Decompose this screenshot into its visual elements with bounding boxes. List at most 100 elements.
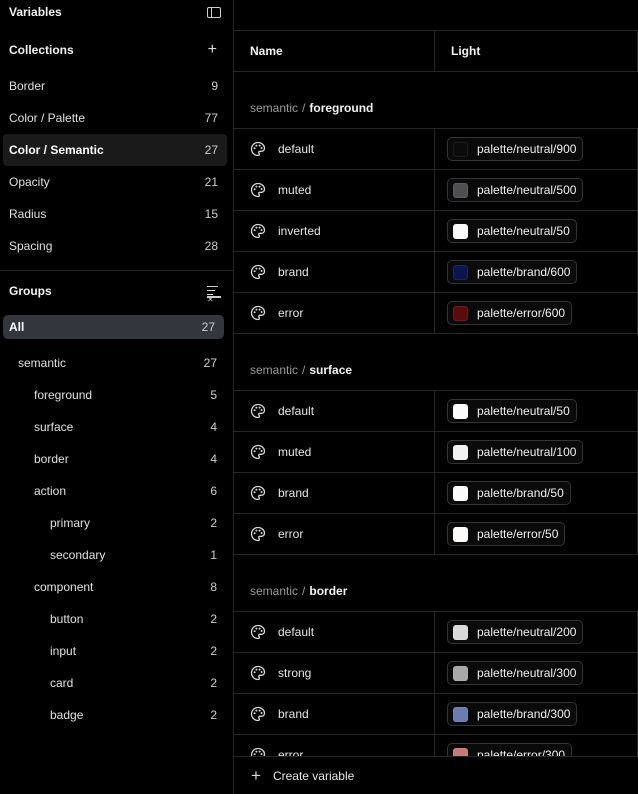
alias-chip[interactable]: palette/error/600 [447,301,573,325]
group-path-prefix: semantic [250,363,299,377]
alias-chip[interactable]: palette/brand/50 [447,481,571,505]
variable-row[interactable]: muted palette/neutral/100 [234,432,638,473]
group-item[interactable]: card 2 [3,667,224,699]
variable-value-cell[interactable]: palette/error/600 [435,293,638,333]
variable-value-cell[interactable]: palette/neutral/500 [435,170,638,210]
alias-chip[interactable]: palette/neutral/500 [447,178,584,202]
group-item[interactable]: primary 2 [3,507,224,539]
group-item[interactable]: border 4 [3,443,224,475]
variable-name-cell[interactable]: default [234,612,435,652]
variable-value-cell[interactable]: palette/neutral/50 [435,391,638,431]
collection-item[interactable]: Radius 15 [3,198,227,230]
alias-chip[interactable]: palette/brand/600 [447,260,578,284]
variable-value-cell[interactable]: palette/brand/300 [435,694,638,734]
variable-row[interactable]: muted palette/neutral/500 [234,170,638,211]
group-count: 5 [210,388,217,402]
variable-value-cell[interactable]: palette/error/300 [435,735,638,756]
variable-row[interactable]: brand palette/brand/50 [234,473,638,514]
variable-name-cell[interactable]: brand [234,694,435,734]
alias-chip[interactable]: palette/neutral/200 [447,620,584,644]
group-label: badge [50,708,84,722]
group-item[interactable]: All 27 [3,315,224,339]
variable-value-cell[interactable]: palette/error/50 [435,514,638,554]
group-section-title: semantic / surface [234,334,638,391]
variable-name-cell[interactable]: brand [234,252,435,292]
collection-item[interactable]: Border 9 [3,70,227,102]
list-filter-icon[interactable]: ✕ [207,285,221,304]
sidebar-header: Variables [0,0,233,24]
group-item[interactable]: secondary 1 [3,539,224,571]
variable-value-cell[interactable]: palette/neutral/200 [435,612,638,652]
variable-name-cell[interactable]: muted [234,170,435,210]
group-label: secondary [50,548,106,562]
variable-name-cell[interactable]: error [234,514,435,554]
column-header-name[interactable]: Name [234,31,435,71]
variable-value-cell[interactable]: palette/neutral/900 [435,129,638,169]
variable-value-cell[interactable]: palette/neutral/100 [435,432,638,472]
variable-name-cell[interactable]: error [234,293,435,333]
variable-name: error [278,306,304,320]
variable-name-cell[interactable]: default [234,391,435,431]
variable-row[interactable]: default palette/neutral/200 [234,612,638,653]
variable-value-cell[interactable]: palette/brand/50 [435,473,638,513]
alias-chip[interactable]: palette/neutral/50 [447,219,577,243]
alias-label: palette/brand/600 [477,265,571,279]
collection-label: Color / Semantic [9,143,104,157]
group-item[interactable]: button 2 [3,603,224,635]
palette-icon [250,747,266,756]
color-swatch [453,665,468,681]
group-path-name: border [309,584,348,598]
group-item[interactable]: semantic 27 [3,347,224,379]
alias-chip[interactable]: palette/error/300 [447,743,573,756]
variable-row[interactable]: inverted palette/neutral/50 [234,211,638,252]
collection-item[interactable]: Opacity 21 [3,166,227,198]
alias-chip[interactable]: palette/error/50 [447,522,566,546]
alias-chip[interactable]: palette/brand/300 [447,702,578,726]
collection-item[interactable]: Color / Palette 77 [3,102,227,134]
palette-icon [250,706,266,722]
variable-name-cell[interactable]: strong [234,653,435,693]
collection-item[interactable]: Spacing 28 [3,230,227,262]
alias-chip[interactable]: palette/neutral/900 [447,137,584,161]
variable-row[interactable]: error palette/error/50 [234,514,638,555]
variable-row[interactable]: error palette/error/600 [234,293,638,334]
variable-name-cell[interactable]: muted [234,432,435,472]
group-item[interactable]: foreground 5 [3,379,224,411]
group-item[interactable]: surface 4 [3,411,224,443]
alias-chip[interactable]: palette/neutral/100 [447,440,584,464]
add-collection-icon[interactable]: + [208,42,217,58]
panel-toggle-icon[interactable] [207,6,221,18]
variable-row[interactable]: brand palette/brand/300 [234,694,638,735]
variable-name-cell[interactable]: default [234,129,435,169]
variable-name: inverted [278,224,321,238]
variable-value-cell[interactable]: palette/neutral/300 [435,653,638,693]
variable-name-cell[interactable]: brand [234,473,435,513]
variable-value-cell[interactable]: palette/neutral/50 [435,211,638,251]
variable-row[interactable]: default palette/neutral/50 [234,391,638,432]
alias-label: palette/brand/300 [477,707,571,721]
palette-icon [250,223,266,239]
group-item[interactable]: badge 2 [3,699,224,731]
variable-value-cell[interactable]: palette/brand/600 [435,252,638,292]
alias-label: palette/neutral/300 [477,666,577,680]
group-count: 2 [210,612,217,626]
variable-row[interactable]: default palette/neutral/900 [234,129,638,170]
color-swatch [453,264,468,280]
group-item[interactable]: component 8 [3,571,224,603]
collection-item[interactable]: Color / Semantic 27 [3,134,227,166]
create-variable-button[interactable]: + Create variable [234,756,638,794]
alias-chip[interactable]: palette/neutral/50 [447,399,577,423]
variable-row[interactable]: brand palette/brand/600 [234,252,638,293]
table-body[interactable]: semantic / foreground default palette/neutra… [234,72,638,756]
group-count: 6 [210,484,217,498]
group-item[interactable]: input 2 [3,635,224,667]
column-header-mode[interactable]: Light [435,31,638,71]
alias-chip[interactable]: palette/neutral/300 [447,661,584,685]
variable-row[interactable]: strong palette/neutral/300 [234,653,638,694]
variable-name-cell[interactable]: inverted [234,211,435,251]
create-variable-label: Create variable [272,768,355,783]
variable-row[interactable]: error palette/error/300 [234,735,638,756]
palette-icon [250,182,266,198]
variable-name-cell[interactable]: error [234,735,435,756]
group-item[interactable]: action 6 [3,475,224,507]
